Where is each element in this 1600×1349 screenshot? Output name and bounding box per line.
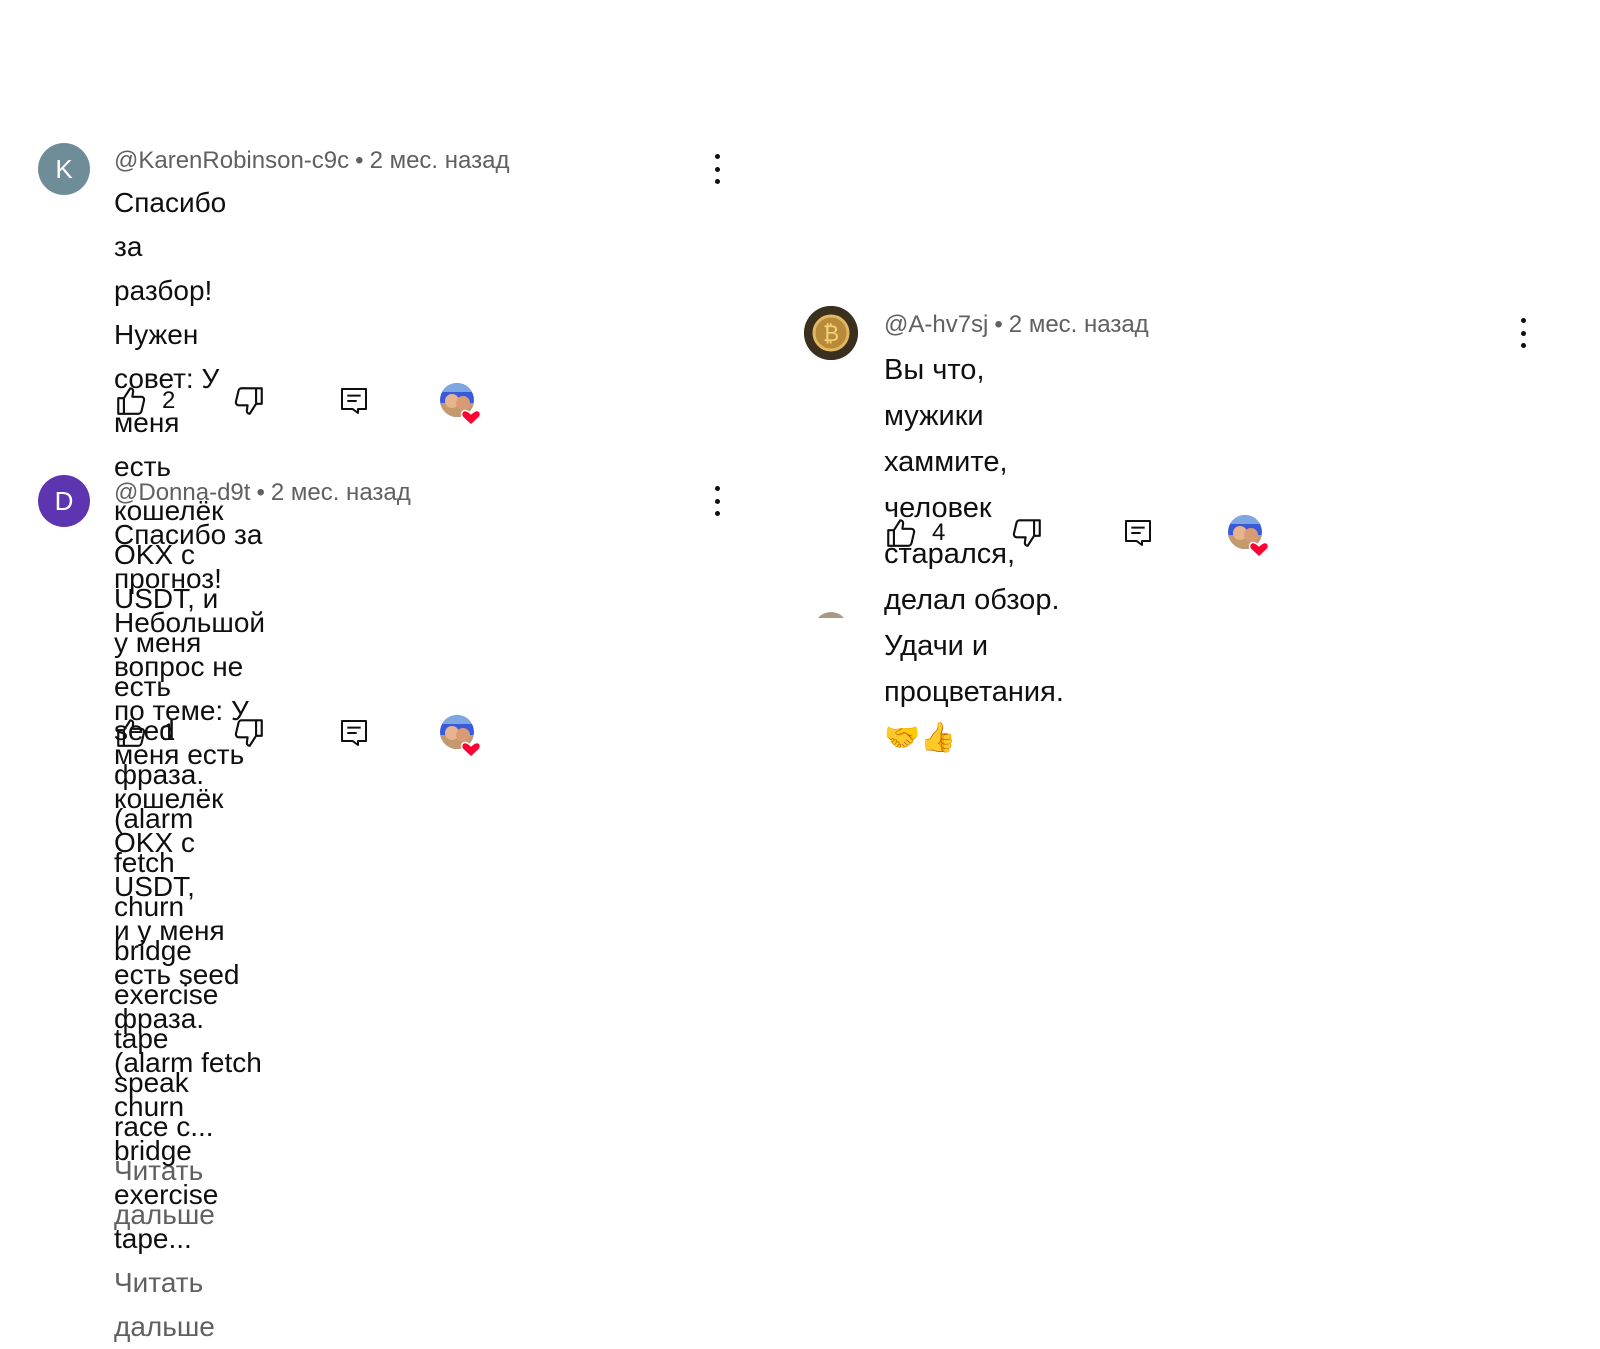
author-link[interactable]: @A-hv7sj bbox=[884, 311, 988, 338]
thumb-up-icon bbox=[114, 384, 148, 418]
comment-time[interactable]: 2 мес. назад bbox=[370, 147, 510, 174]
comment-line: Вы что, мужики хаммите, человек bbox=[884, 354, 1008, 524]
next-comment-avatar-edge bbox=[814, 612, 848, 618]
more-vert-icon bbox=[1520, 318, 1526, 323]
dislike-button[interactable] bbox=[1010, 513, 1044, 553]
comment-line: и у меня есть seed фраза. (alarm fetch bbox=[114, 915, 262, 1078]
comment-time[interactable]: 2 мес. назад bbox=[1009, 311, 1149, 338]
thumb-down-icon bbox=[232, 384, 266, 418]
comment-line: Спасибо за прогноз! Небольшой вопрос не bbox=[114, 519, 266, 682]
reply-button[interactable] bbox=[338, 381, 370, 421]
thumb-down-icon bbox=[1010, 516, 1044, 550]
author-link[interactable]: @KarenRobinson-c9c bbox=[114, 147, 349, 174]
comment-line: churn bridge exercise tape... Читать дал… bbox=[114, 1085, 265, 1349]
thumb-down-icon bbox=[232, 716, 266, 750]
reply-icon bbox=[338, 717, 370, 749]
comment-line-text: churn bridge exercise tape... bbox=[114, 1091, 219, 1254]
avatar[interactable]: K bbox=[38, 143, 90, 195]
svg-text:₿: ₿ bbox=[823, 322, 839, 347]
dislike-button[interactable] bbox=[232, 381, 266, 421]
comment-header: @KarenRobinson-c9c • 2 мес. назад bbox=[114, 147, 509, 175]
dislike-button[interactable] bbox=[232, 713, 266, 753]
like-count: 2 bbox=[162, 387, 176, 414]
like-count: 4 bbox=[932, 519, 946, 546]
creator-heart-icon bbox=[438, 713, 484, 759]
like-button[interactable]: 2 bbox=[114, 381, 175, 421]
comment-time[interactable]: 2 мес. назад bbox=[271, 479, 411, 506]
like-count: 1 bbox=[162, 719, 176, 746]
reply-button[interactable] bbox=[338, 713, 370, 753]
more-vert-icon bbox=[714, 486, 720, 491]
reply-button[interactable] bbox=[1122, 513, 1154, 553]
bitcoin-avatar-icon: ₿ bbox=[804, 306, 858, 360]
like-button[interactable]: 1 bbox=[114, 713, 175, 753]
more-options-button[interactable] bbox=[1518, 318, 1528, 348]
thumb-up-icon bbox=[114, 716, 148, 750]
separator: • bbox=[355, 147, 364, 174]
reply-icon bbox=[338, 385, 370, 417]
reply-icon bbox=[1122, 517, 1154, 549]
creator-heart-icon bbox=[438, 381, 484, 427]
creator-heart-icon bbox=[1226, 513, 1272, 559]
more-options-button[interactable] bbox=[712, 486, 722, 516]
like-button[interactable]: 4 bbox=[884, 513, 945, 553]
comment-text: Спасибо за прогноз! Небольшой вопрос не … bbox=[114, 513, 265, 1349]
separator: • bbox=[994, 311, 1003, 338]
thumb-up-icon bbox=[884, 516, 918, 550]
comment-text: Вы что, мужики хаммите, человек старался… bbox=[884, 347, 1064, 761]
read-more-link[interactable]: Читать дальше bbox=[114, 1267, 215, 1342]
comment-line: процветания.🤝👍 bbox=[884, 676, 1064, 754]
separator: • bbox=[256, 479, 265, 506]
avatar[interactable]: D bbox=[38, 475, 90, 527]
comment-header: @Donna-d9t • 2 мес. назад bbox=[114, 479, 411, 507]
avatar[interactable]: ₿ bbox=[804, 306, 858, 360]
more-vert-icon bbox=[714, 154, 720, 159]
author-link[interactable]: @Donna-d9t bbox=[114, 479, 250, 506]
comment-header: @A-hv7sj • 2 мес. назад bbox=[884, 311, 1149, 339]
more-options-button[interactable] bbox=[712, 154, 722, 184]
